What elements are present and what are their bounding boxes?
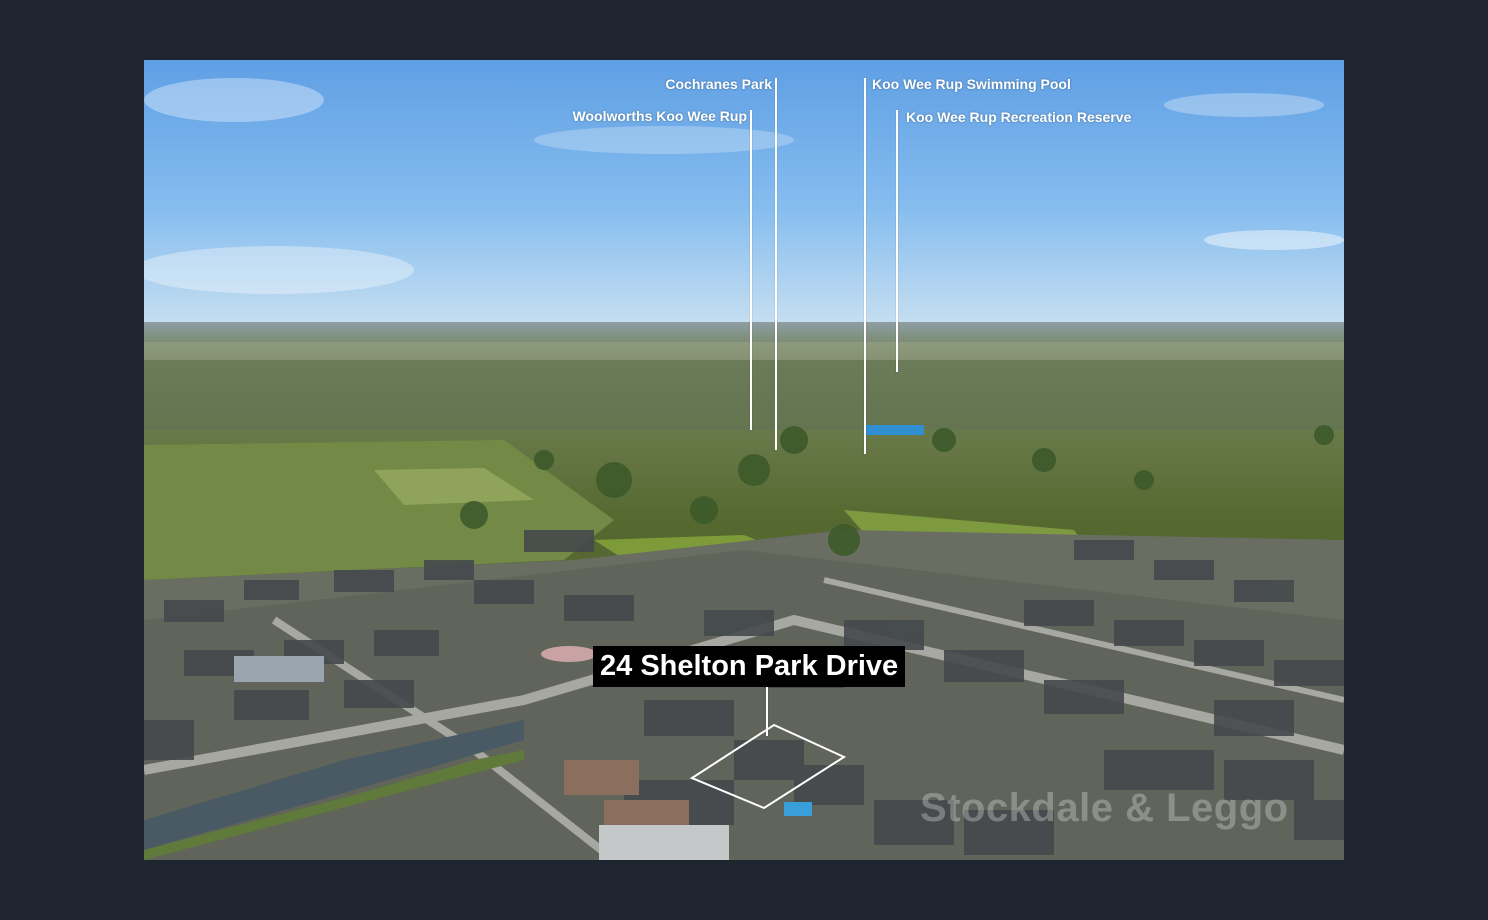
pin-line-property — [766, 686, 768, 736]
poi-label-woolworths: Woolworths Koo Wee Rup — [572, 108, 747, 124]
agency-watermark: Stockdale & Leggo — [920, 786, 1289, 830]
poi-label-cochranes-park: Cochranes Park — [665, 76, 772, 92]
aerial-scene-image — [144, 60, 1344, 860]
pin-line-cochranes-park — [775, 78, 777, 450]
photo-viewer: Cochranes Park Woolworths Koo Wee Rup Ko… — [0, 0, 1488, 920]
poi-label-swimming-pool: Koo Wee Rup Swimming Pool — [872, 76, 1071, 92]
pin-line-woolworths — [750, 110, 752, 430]
pin-line-swimming-pool — [864, 78, 866, 454]
pin-line-recreation-reserve — [896, 110, 898, 372]
property-address-label: 24 Shelton Park Drive — [593, 646, 906, 687]
aerial-photo[interactable]: Cochranes Park Woolworths Koo Wee Rup Ko… — [144, 60, 1344, 860]
poi-label-recreation-reserve: Koo Wee Rup Recreation Reserve — [906, 109, 1132, 125]
